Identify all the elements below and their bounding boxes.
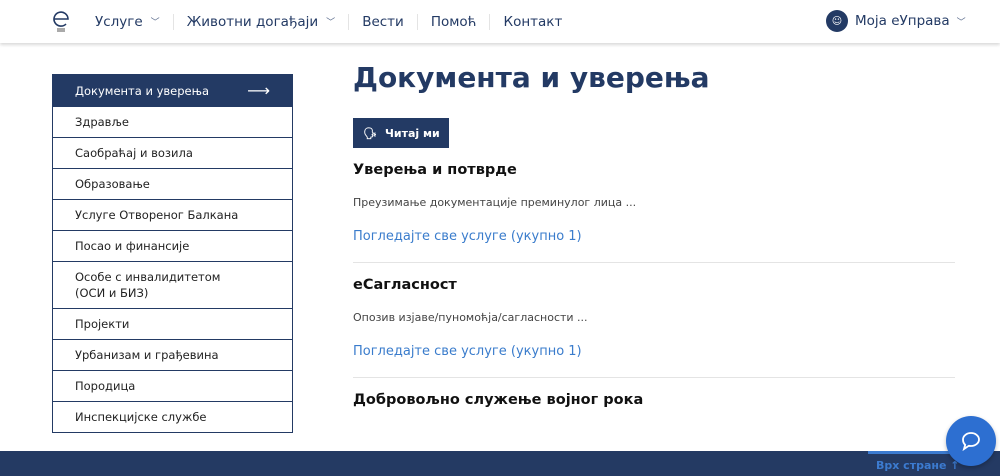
view-all-link[interactable]: Погледајте све услуге (укупно 1) xyxy=(353,229,955,247)
nav-services[interactable]: Услуге ﹀ xyxy=(95,14,160,30)
view-all-link[interactable]: Погледајте све услуге (укупно 1) xyxy=(353,344,955,362)
sidebar-item-traffic[interactable]: Саобраћај и возила xyxy=(53,137,292,168)
nav-label: Услуге xyxy=(95,13,143,30)
sidebar-item-disability[interactable]: Особе с инвалидитетом (ОСИ и БИЗ) xyxy=(53,261,292,308)
footer xyxy=(0,451,1000,476)
sidebar-item-health[interactable]: Здравље xyxy=(53,106,292,137)
section-econsent: еСагласност Опозив изјаве/пуномоћја/сагл… xyxy=(353,263,955,378)
sidebar-item-open-balkan[interactable]: Услуге Отвореног Балкана xyxy=(53,199,292,230)
divider xyxy=(416,13,418,30)
arrow-right-icon: ⟶ xyxy=(247,80,270,100)
sidebar: Документа и уверења ⟶ Здравље Саобраћај и… xyxy=(52,74,293,433)
section-title: Уверења и потврде xyxy=(353,162,517,178)
nav-news[interactable]: Вести xyxy=(362,14,404,30)
read-aloud-label: Читај ми xyxy=(384,126,440,140)
page-title: Документа и уверења xyxy=(353,61,710,94)
main-content: Документа и уверења 🗣 Читај ми Уверења и … xyxy=(353,58,955,412)
divider xyxy=(348,13,350,30)
section-title: Добровољно служење војног рока xyxy=(353,392,644,408)
to-top-indicator xyxy=(868,451,950,454)
sidebar-item-family[interactable]: Породица xyxy=(53,370,292,401)
chevron-down-icon: ﹀ xyxy=(956,17,966,28)
nav-life-events[interactable]: Животни догађаји ﹀ xyxy=(187,14,336,30)
chevron-down-icon: ﹀ xyxy=(150,18,160,28)
logo-icon[interactable] xyxy=(51,10,71,34)
nav-label: Животни догађаји xyxy=(186,13,319,30)
section-certificates: Уверења и потврде Преузимање документаци… xyxy=(353,148,955,263)
read-aloud-button[interactable]: 🗣 Читај ми xyxy=(353,118,449,148)
sidebar-item-documents[interactable]: Документа и уверења ⟶ xyxy=(53,75,292,106)
chat-button[interactable] xyxy=(946,416,996,466)
sidebar-item-projects[interactable]: Пројекти xyxy=(53,308,292,339)
nav-help[interactable]: Помоћ xyxy=(431,14,477,30)
chat-bubble-icon xyxy=(962,432,980,452)
back-to-top-link[interactable]: Врх стране ↑ xyxy=(876,459,959,472)
divider xyxy=(172,13,174,30)
nav-contact[interactable]: Контакт xyxy=(503,14,562,30)
sidebar-item-label: Документа и уверења xyxy=(75,83,209,98)
user-icon: ☺ xyxy=(826,10,848,32)
main-nav: Услуге ﹀ Животни догађаји ﹀ Вести Помоћ Ко… xyxy=(95,0,562,43)
account-label: Моја еУправа xyxy=(855,13,950,29)
section-title: еСагласност xyxy=(353,277,457,293)
sidebar-item-urbanism[interactable]: Урбанизам и грађевина xyxy=(53,339,292,370)
section-desc[interactable]: Преузимање документације преминулог лица… xyxy=(353,196,955,212)
divider xyxy=(489,13,491,30)
sidebar-item-education[interactable]: Образовање xyxy=(53,168,292,199)
section-desc[interactable]: Опозив изјаве/пуномоћја/сагласности ... xyxy=(353,311,955,327)
chevron-down-icon: ﹀ xyxy=(326,18,336,28)
sidebar-item-work-finance[interactable]: Посао и финансије xyxy=(53,230,292,261)
sidebar-item-inspection[interactable]: Инспекцијске службе xyxy=(53,401,292,432)
header: Услуге ﹀ Животни догађаји ﹀ Вести Помоћ Ко… xyxy=(0,0,1000,43)
speaker-voice-icon: 🗣 xyxy=(363,126,377,140)
section-military: Добровољно служење војног рока xyxy=(353,378,955,412)
account-menu[interactable]: ☺ Моја еУправа ﹀ xyxy=(826,10,966,32)
